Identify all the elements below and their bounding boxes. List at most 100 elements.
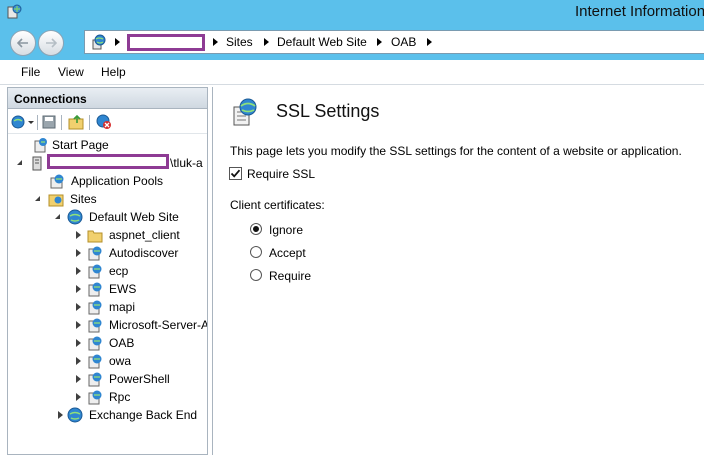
expand-icon[interactable] [76, 393, 81, 401]
globe-icon [67, 209, 83, 225]
breadcrumb-oab[interactable]: OAB [391, 35, 416, 49]
server-icon [32, 156, 42, 171]
tree-item-label: OAB [109, 336, 135, 350]
tree-item-application-pools[interactable]: Application Pools [32, 172, 202, 190]
tree-item-label: Default Web Site [89, 210, 179, 224]
tree-item-microsoft-server-activesync[interactable]: Microsoft-Server-A [74, 316, 207, 334]
page-title: SSL Settings [276, 101, 380, 121]
require-ssl-checkbox[interactable] [229, 167, 242, 180]
folder-icon [87, 230, 103, 243]
tree-item-label: mapi [109, 300, 136, 314]
forward-arrow-icon [46, 38, 57, 48]
disconnect-icon[interactable] [96, 114, 112, 130]
radio-ignore[interactable] [250, 223, 262, 235]
tree-item-label: Sites [70, 192, 97, 206]
application-icon [88, 318, 102, 333]
expand-icon[interactable] [76, 267, 81, 275]
tree-item-oab[interactable]: OAB [74, 334, 207, 352]
expand-icon[interactable] [58, 411, 63, 419]
radio-ignore-label[interactable]: Ignore [269, 223, 303, 237]
tree-item-autodiscover[interactable]: Autodiscover [74, 244, 207, 262]
breadcrumb-separator[interactable] [427, 38, 432, 46]
expand-icon[interactable] [76, 375, 81, 383]
tree-item-label: Application Pools [71, 174, 164, 188]
tree-item-label: owa [109, 354, 132, 368]
tree-item-start-page[interactable]: Start Page [14, 136, 204, 154]
ssl-settings-panel: SSL Settings This page lets you modify t… [212, 87, 704, 455]
application-icon [88, 246, 102, 261]
application-icon [88, 336, 102, 351]
globe-icon [92, 34, 106, 50]
radio-require[interactable] [250, 269, 262, 281]
tree-item-label: PowerShell [109, 372, 170, 386]
breadcrumb-separator[interactable] [264, 38, 269, 46]
expand-icon[interactable] [76, 303, 81, 311]
tree-item-owa[interactable]: owa [74, 352, 207, 370]
redacted-server-name [47, 154, 169, 169]
tree-item-powershell[interactable]: PowerShell [74, 370, 207, 388]
breadcrumb-default-web-site[interactable]: Default Web Site [277, 35, 367, 49]
radio-require-label[interactable]: Require [269, 269, 311, 283]
collapse-icon[interactable] [35, 196, 40, 201]
tree-item-server[interactable]: \tluk-a [14, 154, 204, 172]
breadcrumb-separator[interactable] [377, 38, 382, 46]
tree-item-aspnet-client[interactable]: aspnet_client [74, 226, 207, 244]
tree-item-exchange-back-end[interactable]: Exchange Back End [56, 406, 206, 424]
connections-tree: Start Page \tluk-a Application Pools Sit… [8, 134, 207, 454]
save-icon[interactable] [41, 114, 57, 130]
connections-header: Connections [8, 88, 207, 109]
breadcrumb-separator[interactable] [115, 38, 120, 46]
expand-icon[interactable] [76, 231, 81, 239]
sites-folder-icon [48, 194, 64, 207]
tree-item-label: EWS [109, 282, 137, 296]
tree-item-rpc[interactable]: Rpc [74, 388, 207, 406]
tree-item-label: aspnet_client [109, 228, 180, 242]
chevron-down-icon[interactable] [27, 114, 35, 130]
menu-file[interactable]: File [21, 65, 40, 79]
up-folder-icon[interactable] [68, 114, 84, 130]
tree-item-mapi[interactable]: mapi [74, 298, 207, 316]
breadcrumb-sites[interactable]: Sites [226, 35, 253, 49]
connect-icon[interactable] [11, 114, 27, 130]
start-page-icon [34, 138, 47, 153]
forward-button[interactable] [38, 30, 64, 56]
application-pools-icon [50, 174, 64, 189]
breadcrumb-separator[interactable] [213, 38, 218, 46]
radio-accept[interactable] [250, 246, 262, 258]
page-description: This page lets you modify the SSL settin… [230, 144, 682, 158]
tree-item-label: \tluk-a [170, 156, 203, 170]
tree-item-default-web-site[interactable]: Default Web Site [52, 208, 207, 226]
collapse-icon[interactable] [17, 160, 22, 165]
tree-item-label: Autodiscover [109, 246, 179, 260]
breadcrumb[interactable]: Sites Default Web Site OAB [84, 30, 704, 54]
expand-icon[interactable] [76, 249, 81, 257]
toolbar-divider [37, 115, 38, 130]
application-icon [88, 300, 102, 315]
collapse-icon[interactable] [55, 214, 60, 219]
back-button[interactable] [10, 30, 36, 56]
window-title: Internet Information [575, 3, 704, 20]
expand-icon[interactable] [76, 339, 81, 347]
tree-item-ecp[interactable]: ecp [74, 262, 207, 280]
expand-icon[interactable] [76, 321, 81, 329]
checkmark-icon [230, 169, 241, 178]
back-arrow-icon [17, 38, 28, 48]
tree-item-label: Rpc [109, 390, 131, 404]
client-certificates-label: Client certificates: [230, 198, 325, 212]
toolbar-divider [61, 115, 62, 130]
radio-selected-dot [253, 226, 259, 232]
globe-icon [67, 407, 83, 423]
menu-view[interactable]: View [58, 65, 84, 79]
tree-item-ews[interactable]: EWS [74, 280, 207, 298]
expand-icon[interactable] [76, 285, 81, 293]
tree-item-sites[interactable]: Sites [32, 190, 202, 208]
menu-help[interactable]: Help [101, 65, 126, 79]
ssl-settings-icon [233, 98, 257, 126]
application-icon [88, 354, 102, 369]
require-ssl-label[interactable]: Require SSL [247, 167, 315, 181]
expand-icon[interactable] [76, 357, 81, 365]
menu-bar: File View Help [0, 60, 704, 85]
tree-item-label: Microsoft-Server-A [109, 318, 207, 332]
application-icon [88, 390, 102, 405]
radio-accept-label[interactable]: Accept [269, 246, 306, 260]
